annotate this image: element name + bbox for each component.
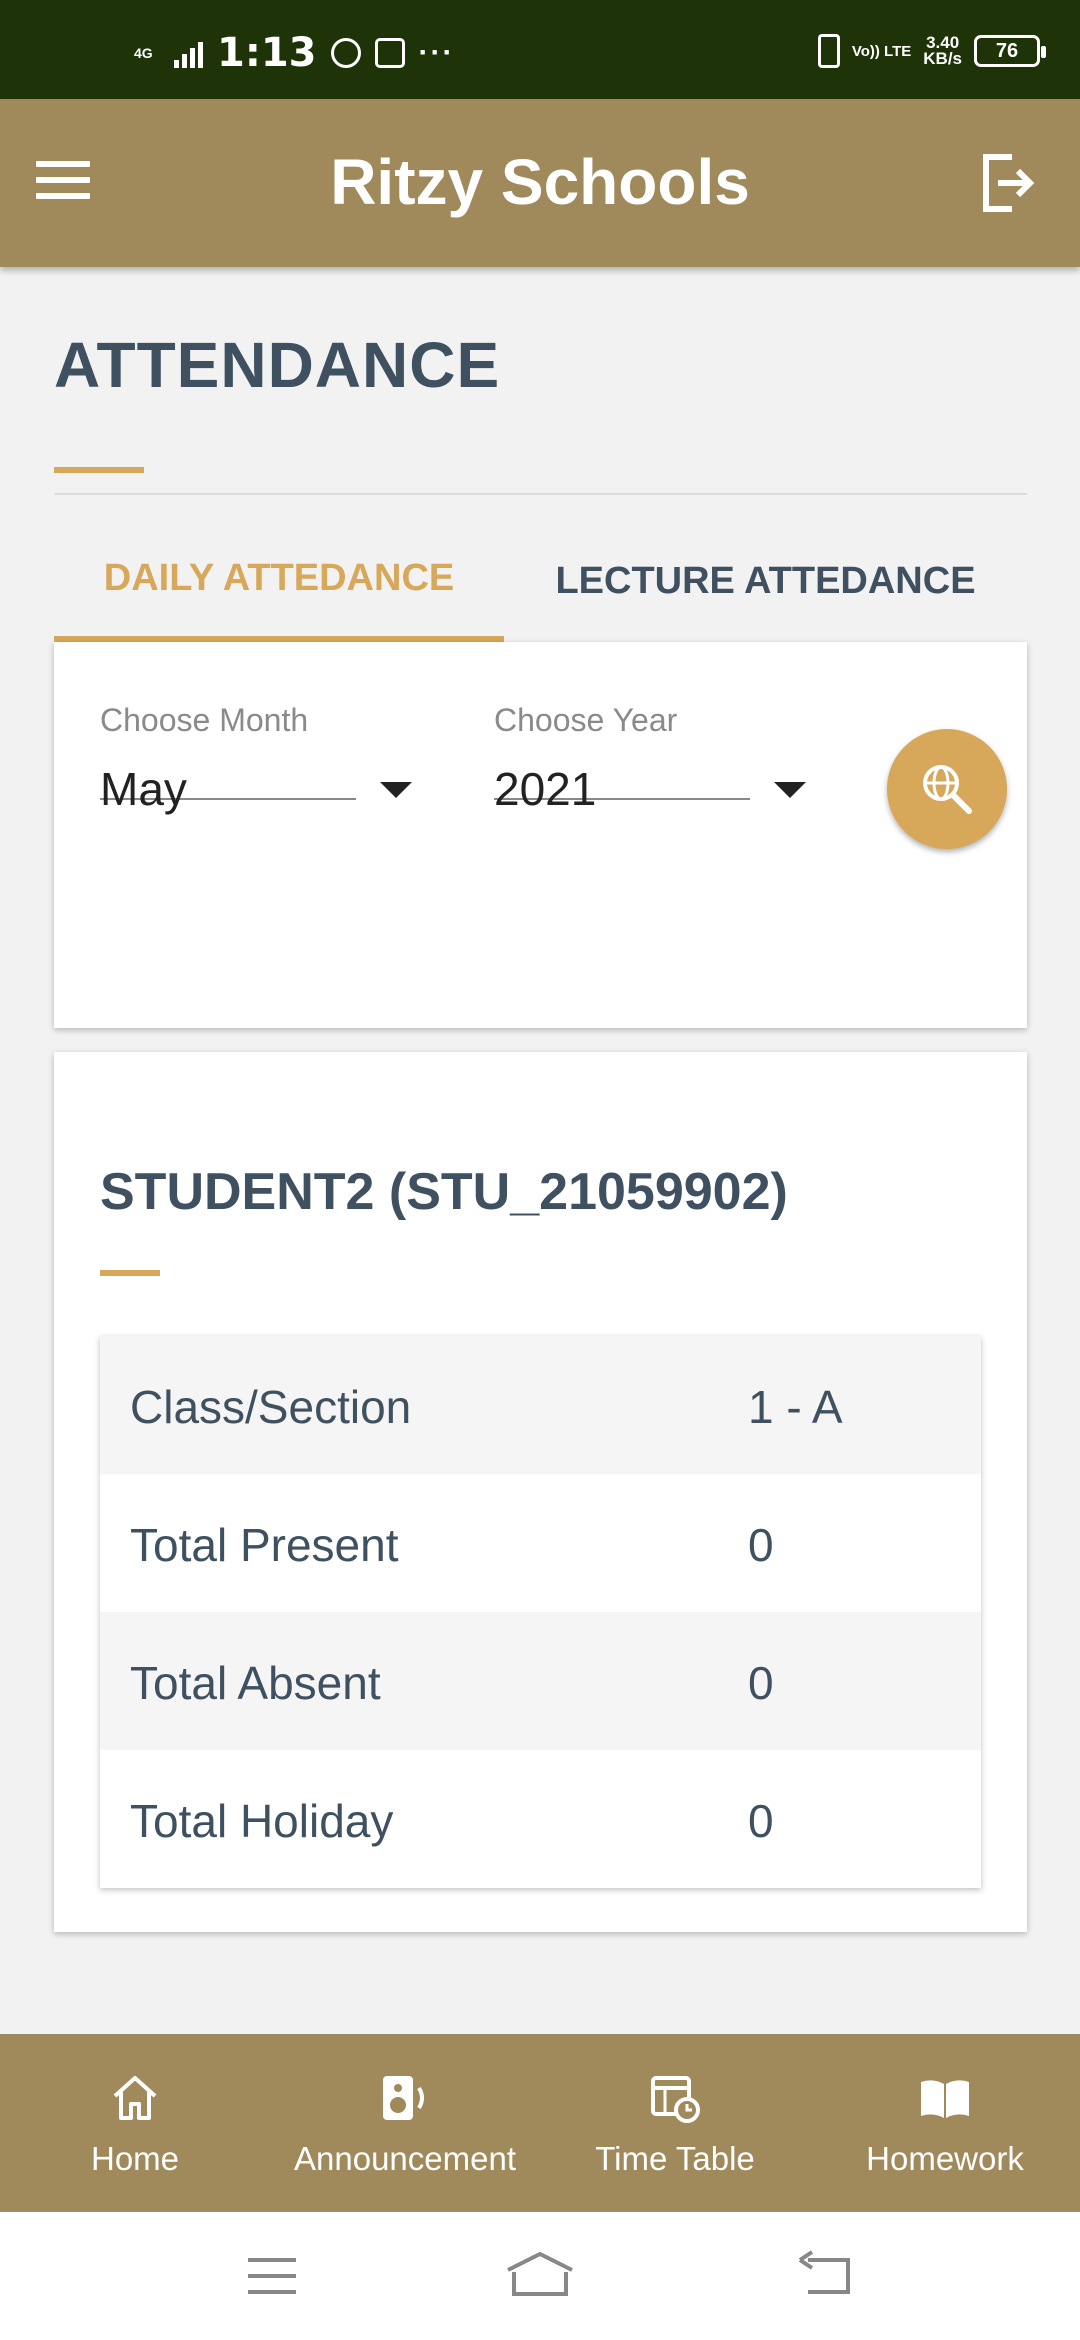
nav-timetable[interactable]: Time Table bbox=[540, 2034, 810, 2212]
globe-search-icon bbox=[923, 765, 972, 814]
row-label: Class/Section bbox=[130, 1381, 412, 1433]
timetable-icon bbox=[651, 2076, 700, 2123]
network-type: 4G bbox=[134, 45, 153, 61]
bottom-nav: Home Announcement Time Table Homework bbox=[0, 2034, 1080, 2212]
nav-label: Announcement bbox=[294, 2140, 516, 2177]
nav-announcement[interactable]: Announcement bbox=[270, 2034, 540, 2212]
app-title: Ritzy Schools bbox=[330, 146, 750, 218]
nav-label: Time Table bbox=[595, 2140, 755, 2177]
student-underline bbox=[100, 1270, 160, 1276]
title-underline bbox=[54, 467, 144, 473]
network-speed: 3.40 KB/s bbox=[923, 34, 962, 68]
vibrate-icon bbox=[817, 34, 840, 68]
student-card: STUDENT2 (STU_21059902) Class/Section 1 … bbox=[54, 1052, 1027, 1932]
status-time: 1:13 bbox=[217, 30, 317, 76]
mail-icon bbox=[374, 38, 405, 68]
more-notifications-icon: ··· bbox=[418, 36, 455, 69]
recents-icon[interactable] bbox=[242, 2248, 302, 2304]
student-name: STUDENT2 (STU_21059902) bbox=[100, 1163, 788, 1221]
nav-label: Homework bbox=[866, 2140, 1024, 2177]
nav-homework[interactable]: Homework bbox=[810, 2034, 1080, 2212]
row-label: Total Present bbox=[130, 1519, 399, 1571]
table-row: Total Holiday 0 bbox=[100, 1750, 981, 1888]
home-system-icon[interactable] bbox=[504, 2248, 576, 2304]
filter-card: Choose Month May Choose Year 2021 bbox=[54, 642, 1027, 1028]
nav-label: Home bbox=[90, 2140, 180, 2177]
dropdown-arrow-icon bbox=[774, 782, 806, 798]
status-bar-left: 4G 1:13 ··· bbox=[134, 30, 454, 76]
attendance-table: Class/Section 1 - A Total Present 0 Tota… bbox=[100, 1336, 981, 1888]
row-value: 0 bbox=[748, 1657, 774, 1709]
table-row: Class/Section 1 - A bbox=[100, 1336, 981, 1474]
table-row: Total Absent 0 bbox=[100, 1612, 981, 1750]
month-select-label: Choose Month bbox=[100, 702, 309, 738]
row-label: Total Absent bbox=[130, 1657, 381, 1709]
status-bar-right: Vo)) LTE 3.40 KB/s 76 bbox=[817, 34, 1046, 68]
row-label: Total Holiday bbox=[130, 1795, 394, 1847]
volte-indicator: Vo)) LTE bbox=[851, 42, 912, 60]
book-icon bbox=[921, 2080, 969, 2118]
signal-icon bbox=[174, 38, 203, 68]
search-button[interactable] bbox=[887, 729, 1007, 849]
chrome-icon bbox=[330, 38, 361, 68]
logout-icon[interactable] bbox=[976, 151, 1040, 215]
month-select-value: May bbox=[100, 763, 187, 815]
row-value: 1 - A bbox=[748, 1381, 843, 1433]
system-nav-bar bbox=[0, 2212, 1080, 2340]
attendance-tabs: DAILY ATTEDANCE LECTURE ATTEDANCE bbox=[54, 520, 1027, 642]
year-select[interactable]: Choose Year 2021 bbox=[494, 702, 806, 815]
year-select-value: 2021 bbox=[494, 763, 597, 815]
battery-icon: 76 bbox=[974, 35, 1046, 67]
nav-home[interactable]: Home bbox=[0, 2034, 270, 2212]
year-select-label: Choose Year bbox=[494, 702, 678, 738]
dropdown-arrow-icon bbox=[380, 782, 412, 798]
tab-daily-attendance[interactable]: DAILY ATTEDANCE bbox=[54, 520, 504, 642]
divider bbox=[54, 493, 1027, 495]
row-value: 0 bbox=[748, 1519, 774, 1571]
month-select[interactable]: Choose Month May bbox=[100, 702, 412, 815]
app-bar: Ritzy Schools bbox=[0, 99, 1080, 267]
page-title: ATTENDANCE bbox=[54, 329, 501, 401]
row-value: 0 bbox=[748, 1795, 774, 1847]
home-icon bbox=[113, 2076, 157, 2120]
back-icon[interactable] bbox=[796, 2248, 856, 2304]
table-row: Total Present 0 bbox=[100, 1474, 981, 1612]
status-bar: 4G 1:13 ··· Vo)) LTE 3.40 KB/s 76 bbox=[0, 0, 1080, 99]
speaker-icon bbox=[383, 2076, 424, 2120]
network-speed-unit: KB/s bbox=[923, 49, 962, 68]
tab-lecture-attendance[interactable]: LECTURE ATTEDANCE bbox=[504, 520, 1027, 642]
